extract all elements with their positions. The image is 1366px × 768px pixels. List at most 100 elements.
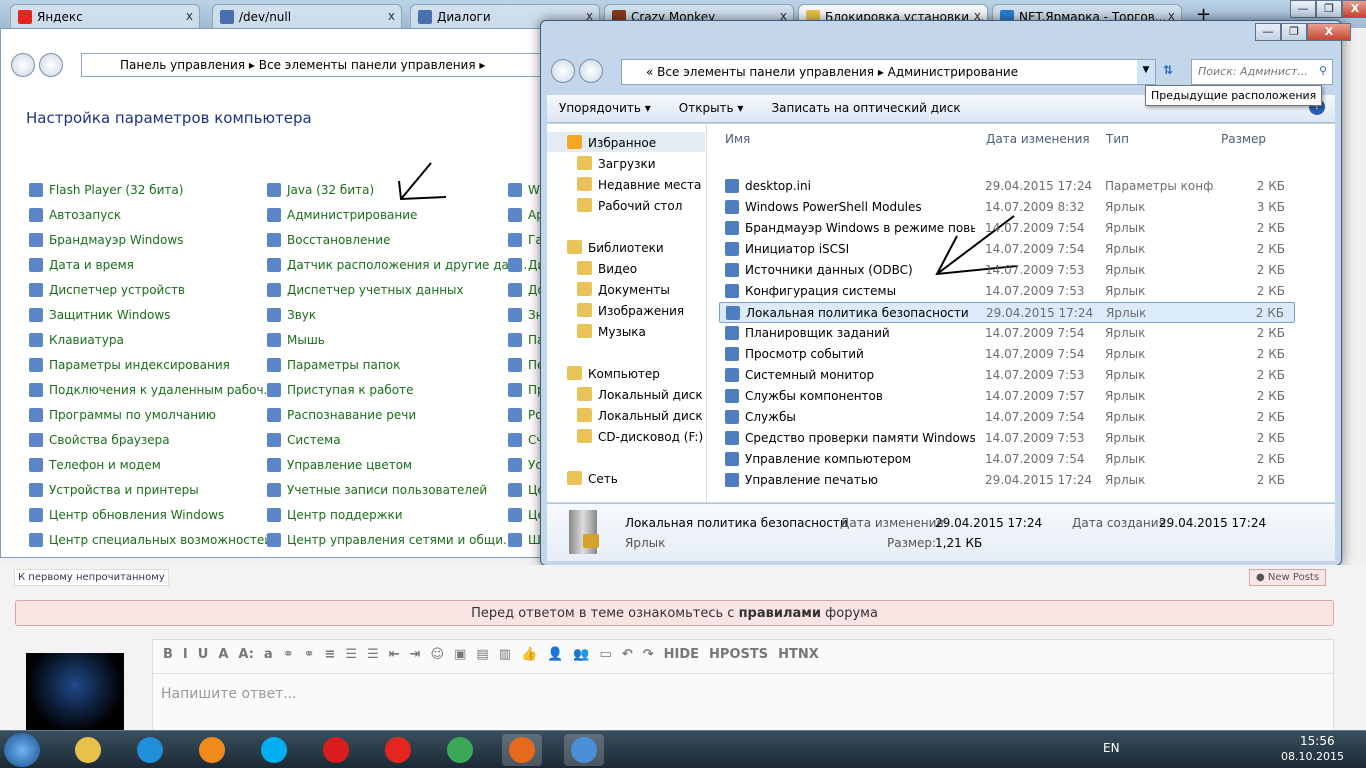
- file-row[interactable]: Просмотр событий 14.07.2009 7:54 Ярлык 2 КБ: [719, 344, 1295, 365]
- address-bar[interactable]: Панель управления ▸ Все элементы панели …: [81, 53, 551, 77]
- file-row[interactable]: Управление печатью 29.04.2015 17:24 Ярлык 2…: [719, 470, 1295, 491]
- nav-item[interactable]: Загрузки: [547, 153, 705, 173]
- control-panel-item[interactable]: Программы по умолчанию: [29, 402, 275, 427]
- editor-tool-button[interactable]: 👍: [521, 647, 537, 666]
- control-panel-item[interactable]: Телефон и модем: [29, 452, 275, 477]
- control-panel-item[interactable]: Управление цветом: [267, 452, 527, 477]
- clock-date[interactable]: 08.10.2015: [1281, 750, 1344, 763]
- editor-tool-button[interactable]: ☰: [345, 647, 357, 666]
- breadcrumb-item[interactable]: Все элементы панели управления: [259, 58, 476, 72]
- nav-item[interactable]: Локальный диск (C: [547, 384, 705, 404]
- control-panel-item[interactable]: Параметры папок: [267, 352, 527, 377]
- editor-tool-button[interactable]: ↷: [643, 647, 654, 666]
- column-header-name[interactable]: Имя: [725, 132, 750, 146]
- nav-item[interactable]: Изображения: [547, 300, 705, 320]
- control-panel-item[interactable]: Распознавание речи: [267, 402, 527, 427]
- nav-item[interactable]: Локальный диск (D: [547, 405, 705, 425]
- editor-tool-button[interactable]: ⚭: [304, 647, 315, 666]
- language-indicator[interactable]: EN: [1103, 741, 1120, 755]
- control-panel-item[interactable]: Flash Player (32 бита): [29, 177, 275, 202]
- control-panel-item[interactable]: Мышь: [267, 327, 527, 352]
- firefox-taskbar-button[interactable]: [502, 734, 542, 766]
- editor-tool-button[interactable]: ↶: [622, 647, 633, 666]
- back-button[interactable]: [11, 53, 35, 77]
- ie-taskbar-button[interactable]: [130, 734, 170, 766]
- editor-tool-button[interactable]: ▥: [499, 647, 511, 666]
- nav-item[interactable]: Библиотеки: [547, 237, 705, 257]
- nav-item[interactable]: Компьютер: [547, 363, 705, 383]
- file-row[interactable]: Системный монитор 14.07.2009 7:53 Ярлык 2 К…: [719, 365, 1295, 386]
- column-header-date[interactable]: Дата изменения: [986, 132, 1090, 146]
- editor-tool-button[interactable]: A: [218, 647, 228, 666]
- editor-tool-button[interactable]: 👥: [573, 647, 589, 666]
- editor-tool-button[interactable]: HIDE: [664, 647, 699, 666]
- back-button[interactable]: [551, 59, 575, 83]
- skype-taskbar-button[interactable]: [254, 734, 294, 766]
- file-row[interactable]: Источники данных (ODBC) 14.07.2009 7:53 Яр…: [719, 260, 1295, 281]
- maximize-button[interactable]: ❐: [1316, 0, 1342, 18]
- control-panel-item[interactable]: Центр специальных возможностей: [29, 527, 275, 552]
- breadcrumb-item[interactable]: Все элементы панели управления: [657, 65, 874, 79]
- file-row[interactable]: Планировщик заданий 14.07.2009 7:54 Ярлык 2…: [719, 323, 1295, 344]
- editor-tool-button[interactable]: HPOSTS: [709, 647, 768, 666]
- reply-placeholder[interactable]: Напишите ответ...: [153, 674, 1333, 714]
- tab-close-icon[interactable]: x: [186, 9, 193, 23]
- file-row[interactable]: Локальная политика безопасности 29.04.201…: [719, 302, 1295, 323]
- editor-tool-button[interactable]: ▤: [476, 647, 488, 666]
- burn-button[interactable]: Записать на оптический диск: [771, 101, 960, 116]
- control-panel-item[interactable]: Параметры индексирования: [29, 352, 275, 377]
- nav-item[interactable]: Музыка: [547, 321, 705, 341]
- editor-tool-button[interactable]: ☰: [367, 647, 379, 666]
- browser-tab[interactable]: Яндекс x: [10, 4, 200, 28]
- control-panel-item[interactable]: Клавиатура: [29, 327, 275, 352]
- opera-taskbar-button[interactable]: [316, 734, 356, 766]
- control-panel-item[interactable]: Диспетчер устройств: [29, 277, 275, 302]
- editor-tool-button[interactable]: 👤: [547, 647, 563, 666]
- control-panel-item[interactable]: Система: [267, 427, 527, 452]
- editor-tool-button[interactable]: ▣: [454, 647, 466, 666]
- file-row[interactable]: Службы компонентов 14.07.2009 7:57 Ярлык 2 …: [719, 386, 1295, 407]
- control-panel-item[interactable]: Датчик расположения и другие дат...: [267, 252, 527, 277]
- file-row[interactable]: Конфигурация системы 14.07.2009 7:53 Ярлык…: [719, 281, 1295, 302]
- file-row[interactable]: Windows PowerShell Modules 14.07.2009 8:3…: [719, 197, 1295, 218]
- column-header-size[interactable]: Размер: [1221, 132, 1266, 146]
- column-header-type[interactable]: Тип: [1106, 132, 1129, 146]
- file-row[interactable]: Службы 14.07.2009 7:54 Ярлык 2 КБ: [719, 407, 1295, 428]
- forward-button[interactable]: [39, 53, 63, 77]
- editor-tool-button[interactable]: ▭: [600, 647, 612, 666]
- control-panel-item[interactable]: Автозапуск: [29, 202, 275, 227]
- rules-link[interactable]: правилами: [739, 606, 821, 621]
- breadcrumb-item[interactable]: Администрирование: [888, 65, 1018, 79]
- control-panel-item[interactable]: Брандмауэр Windows: [29, 227, 275, 252]
- control-panel-item[interactable]: Дата и время: [29, 252, 275, 277]
- close-button[interactable]: X: [1307, 23, 1351, 41]
- tab-close-icon[interactable]: x: [388, 9, 395, 23]
- editor-tool-button[interactable]: B: [163, 647, 173, 666]
- media-taskbar-button[interactable]: [192, 734, 232, 766]
- control-panel-item[interactable]: Центр поддержки: [267, 502, 527, 527]
- nav-item[interactable]: Сеть: [547, 468, 705, 488]
- editor-tool-button[interactable]: ⇤: [389, 647, 400, 666]
- browser-tab[interactable]: /dev/null x: [212, 4, 402, 28]
- yandex-taskbar-button[interactable]: [378, 734, 418, 766]
- first-unread-link[interactable]: К первому непрочитанному: [14, 569, 169, 586]
- explorer-taskbar-button[interactable]: [68, 734, 108, 766]
- control-panel-item[interactable]: Приступая к работе: [267, 377, 527, 402]
- reply-editor[interactable]: B I U A A: a ⚭ ⚭ ≡ ☰ ☰ ⇤ ⇥ ☺ ▣ ▤ ▥ 👍 👤 👥 ▭ ↶ ↷ HIDE HPOSTS HTNX Н…: [152, 639, 1334, 734]
- control-panel-item[interactable]: Учетные записи пользователей: [267, 477, 527, 502]
- control-panel-taskbar-button[interactable]: [564, 734, 604, 766]
- search-input[interactable]: Поиск: Админист... ⚲: [1191, 59, 1333, 85]
- history-dropdown-button[interactable]: ▼: [1137, 60, 1155, 84]
- editor-tool-button[interactable]: ≡: [325, 647, 336, 666]
- nav-item[interactable]: Рабочий стол: [547, 195, 705, 215]
- nav-item[interactable]: Видео: [547, 258, 705, 278]
- control-panel-item[interactable]: Устройства и принтеры: [29, 477, 275, 502]
- editor-tool-button[interactable]: ⇥: [410, 647, 421, 666]
- nav-item[interactable]: Недавние места: [547, 174, 705, 194]
- nav-item[interactable]: CD-дисковод (F:): [547, 426, 705, 446]
- editor-tool-button[interactable]: U: [198, 647, 209, 666]
- new-posts-button[interactable]: ● New Posts: [1249, 569, 1327, 586]
- open-button[interactable]: Открыть ▾: [679, 101, 744, 116]
- file-row[interactable]: Инициатор iSCSI 14.07.2009 7:54 Ярлык 2 КБ: [719, 239, 1295, 260]
- maximize-button[interactable]: ❐: [1281, 23, 1307, 41]
